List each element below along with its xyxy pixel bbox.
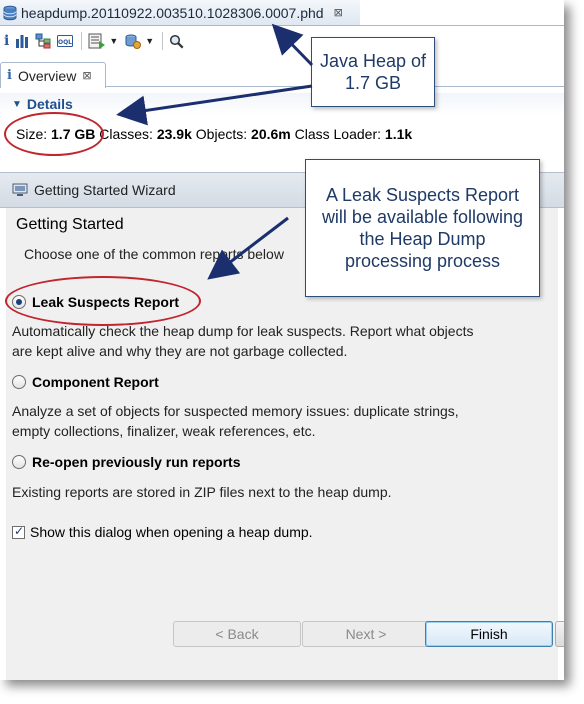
mat-window: heapdump.20110922.003510.1028306.0007.ph…: [0, 0, 564, 680]
annotation-arrows: [116, 23, 314, 280]
arrow-to-size: [116, 84, 313, 126]
arrow-to-filename: [271, 23, 314, 67]
arrow-to-leak-report: [207, 216, 289, 280]
